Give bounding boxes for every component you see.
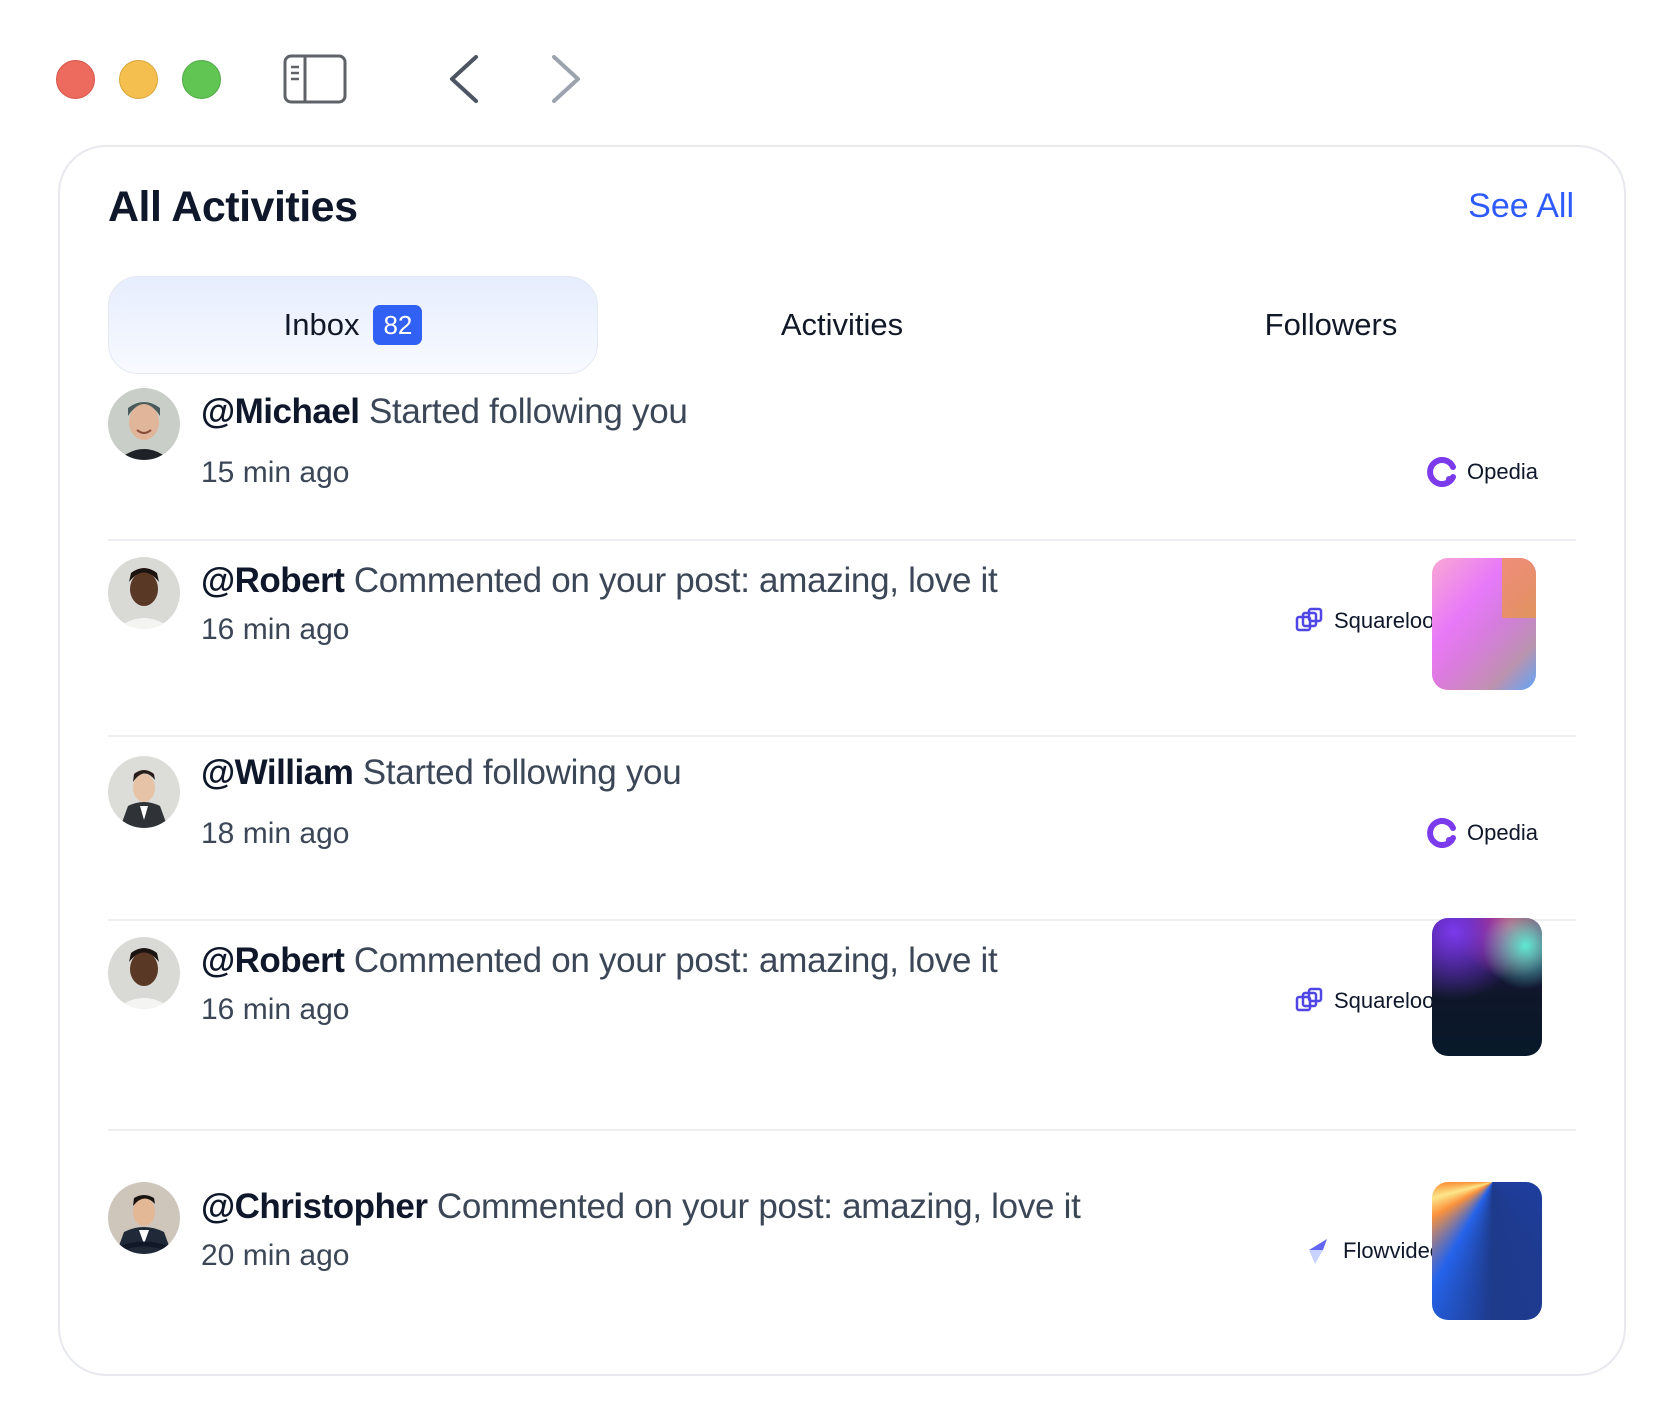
tab-followers-label: Followers: [1264, 307, 1398, 342]
activity-time: 20 min ago: [201, 1239, 350, 1272]
avatar: [108, 557, 180, 629]
avatar: [108, 756, 180, 828]
brand-tag: Opedia: [1427, 818, 1538, 848]
activity-action: Started following you: [353, 753, 682, 792]
post-thumbnail[interactable]: [1432, 918, 1542, 1056]
avatar: [108, 388, 180, 460]
close-window-button[interactable]: [56, 60, 95, 99]
activity-text: @Christopher Commented on your post: ama…: [201, 1187, 1081, 1227]
user-handle[interactable]: @Christopher: [201, 1187, 428, 1226]
brand-tag: Opedia: [1427, 457, 1538, 487]
activity-text: @William Started following you: [201, 753, 682, 793]
user-handle[interactable]: @Robert: [201, 941, 345, 980]
tab-followers[interactable]: Followers: [1086, 276, 1576, 374]
avatar: [108, 1182, 180, 1254]
user-handle[interactable]: @Robert: [201, 561, 345, 600]
activity-action: Commented on your post: amazing, love it: [344, 561, 998, 600]
tab-activities-label: Activities: [780, 307, 904, 342]
activity-time: 16 min ago: [201, 613, 350, 646]
brand-name: Opedia: [1467, 459, 1538, 484]
brand-tag: Squareloop: [1294, 986, 1447, 1016]
brand-name: Opedia: [1467, 820, 1538, 845]
user-handle[interactable]: @William: [201, 753, 354, 792]
squareloop-logo-icon: [1294, 606, 1324, 636]
activity-row[interactable]: @Michael Started following you 15 min ag…: [108, 376, 1576, 541]
page-title: All Activities: [108, 183, 358, 231]
activity-time: 15 min ago: [201, 456, 350, 489]
opedia-logo-icon: [1427, 818, 1457, 848]
sidebar-toggle-icon[interactable]: [283, 54, 347, 104]
avatar: [108, 937, 180, 1009]
squareloop-logo-icon: [1294, 986, 1324, 1016]
activity-action: Commented on your post: amazing, love it: [427, 1187, 1081, 1226]
activity-text: @Robert Commented on your post: amazing,…: [201, 561, 998, 601]
brand-tag: Squareloop: [1294, 606, 1447, 636]
activity-row[interactable]: @Robert Commented on your post: amazing,…: [108, 541, 1576, 737]
minimize-window-button[interactable]: [119, 60, 158, 99]
chevron-left-icon[interactable]: [446, 53, 482, 105]
activity-time: 18 min ago: [201, 817, 350, 850]
activity-row[interactable]: @Christopher Commented on your post: ama…: [108, 1131, 1576, 1351]
post-thumbnail[interactable]: [1432, 1182, 1542, 1320]
activity-text: @Robert Commented on your post: amazing,…: [201, 941, 998, 981]
window-chrome: [0, 0, 1675, 150]
tab-activities[interactable]: Activities: [597, 276, 1087, 374]
brand-name: Flowvideo: [1343, 1238, 1443, 1263]
post-thumbnail[interactable]: [1432, 558, 1536, 690]
maximize-window-button[interactable]: [182, 60, 221, 99]
tab-bar: Inbox 82 Activities Followers: [108, 276, 1576, 374]
activity-row[interactable]: @William Started following you 18 min ag…: [108, 737, 1576, 921]
tab-inbox-label: Inbox: [283, 307, 360, 342]
brand-name: Squareloop: [1334, 988, 1447, 1013]
inbox-count-badge: 82: [373, 305, 423, 345]
user-handle[interactable]: @Michael: [201, 392, 360, 431]
activity-action: Commented on your post: amazing, love it: [344, 941, 998, 980]
activities-card: All Activities See All Inbox 82 Activiti…: [58, 145, 1626, 1376]
brand-tag: Flowvideo: [1303, 1236, 1442, 1266]
brand-name: Squareloop: [1334, 608, 1447, 633]
activity-time: 16 min ago: [201, 993, 350, 1026]
activity-action: Started following you: [359, 392, 688, 431]
opedia-logo-icon: [1427, 457, 1457, 487]
activity-text: @Michael Started following you: [201, 392, 688, 432]
chevron-right-icon[interactable]: [548, 53, 584, 105]
flowvideo-logo-icon: [1303, 1236, 1333, 1266]
see-all-link[interactable]: See All: [1468, 187, 1574, 226]
activity-row[interactable]: @Robert Commented on your post: amazing,…: [108, 918, 1576, 1131]
tab-inbox[interactable]: Inbox 82: [108, 276, 598, 374]
